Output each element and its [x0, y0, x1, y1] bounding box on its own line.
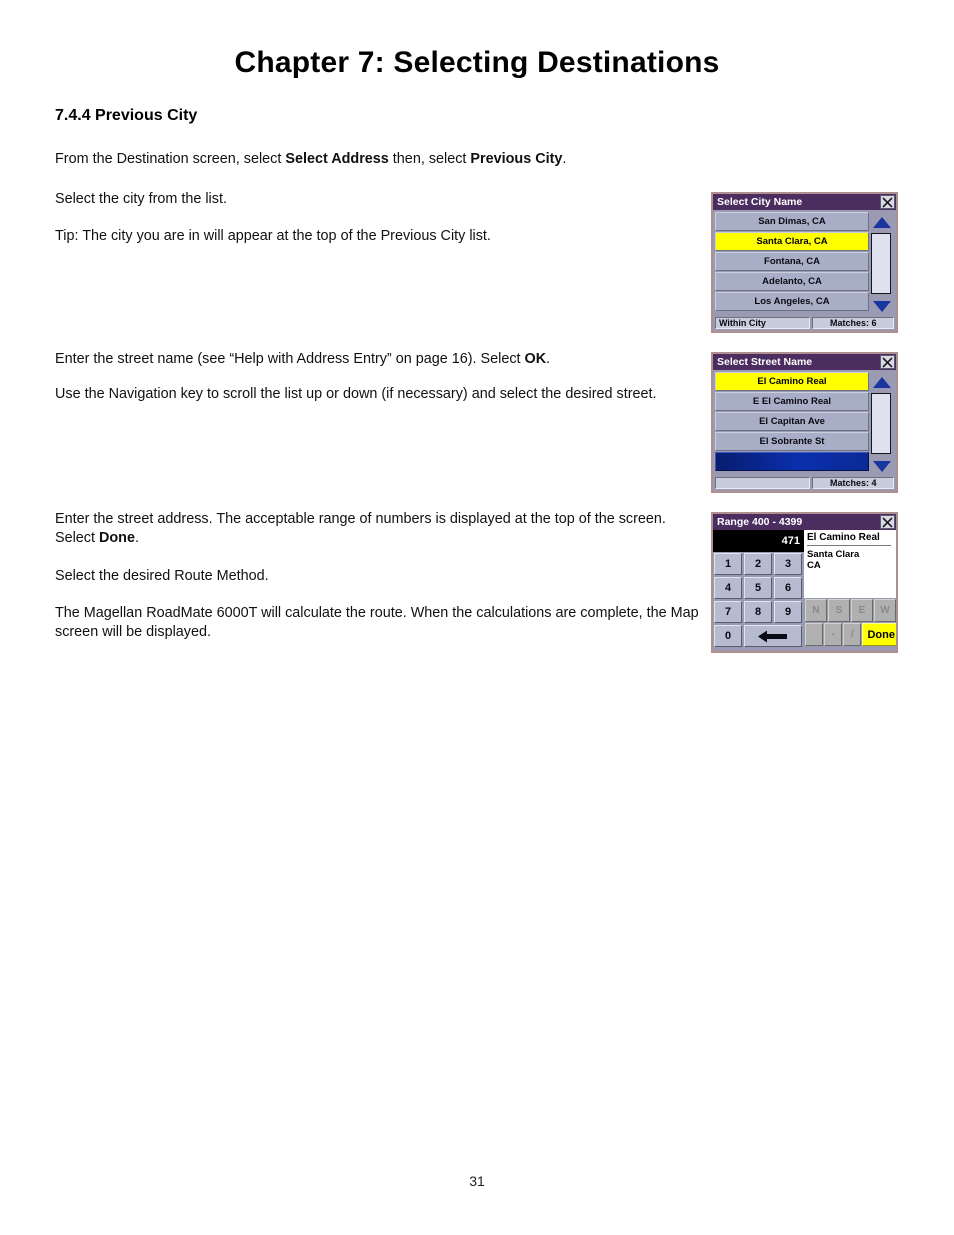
close-icon[interactable]	[880, 195, 895, 209]
key-6[interactable]: 6	[774, 577, 802, 599]
paragraph-tip: Tip: The city you are in will appear at …	[55, 228, 491, 244]
titlebar-range: Range 400 - 4399	[713, 514, 896, 530]
street-scrollbar[interactable]	[869, 372, 894, 476]
list-progress-bar	[715, 452, 869, 471]
street-bold-ok: OK	[524, 351, 547, 367]
close-icon[interactable]	[880, 515, 895, 529]
scroll-up-icon[interactable]	[869, 212, 894, 232]
status-matches-count: Matches: 4	[812, 477, 894, 489]
keypad-body: 471 El Camino Real Santa Clara CA 1 2 3 …	[713, 530, 896, 651]
paragraph-calculate-route: The Magellan RoadMate 6000T will calcula…	[55, 605, 699, 640]
key-5[interactable]: 5	[744, 577, 772, 599]
list-item[interactable]: Adelanto, CA	[715, 272, 869, 291]
intro-bold-previous-city: Previous City	[470, 151, 563, 167]
paragraph-route-method: Select the desired Route Method.	[55, 568, 269, 584]
paragraph-select-city: Select the city from the list.	[55, 191, 227, 207]
page-number: 31	[469, 1173, 485, 1189]
key-hyphen[interactable]: -	[824, 623, 843, 646]
key-7[interactable]: 7	[714, 601, 742, 623]
address-bold-done: Done	[99, 530, 135, 546]
list-item[interactable]: Los Angeles, CA	[715, 292, 869, 311]
paragraph-enter-address: Enter the street address. The acceptable…	[55, 510, 705, 548]
symbol-row: - / Done	[805, 623, 896, 646]
address-number-input[interactable]: 471	[713, 530, 804, 552]
key-9[interactable]: 9	[774, 601, 802, 623]
key-3[interactable]: 3	[774, 553, 802, 575]
status-field-empty	[715, 477, 811, 489]
street-status-bar: Matches: 4	[713, 476, 896, 491]
paragraph-enter-street: Enter the street name (see “Help with Ad…	[55, 350, 715, 369]
key-west[interactable]: W	[874, 599, 896, 622]
intro-text-a: From the Destination screen, select	[55, 151, 286, 167]
info-state: CA	[807, 560, 821, 571]
street-text-c: .	[546, 351, 551, 367]
info-divider	[807, 545, 891, 546]
numeric-keypad: 1 2 3 4 5 6 7 8 9 0	[714, 553, 804, 649]
titlebar-label-street: Select Street Name	[717, 356, 813, 368]
titlebar-label-range: Range 400 - 4399	[717, 516, 803, 528]
key-4[interactable]: 4	[714, 577, 742, 599]
done-button[interactable]: Done	[862, 623, 896, 646]
scroll-down-icon[interactable]	[869, 456, 894, 476]
scroll-up-icon[interactable]	[869, 372, 894, 392]
titlebar-label-city: Select City Name	[717, 196, 803, 208]
city-status-bar: Within City Matches: 6	[713, 316, 896, 331]
key-slash[interactable]: /	[843, 623, 862, 646]
key-south[interactable]: S	[828, 599, 850, 622]
street-list-body: El Camino Real E El Camino Real El Capit…	[713, 370, 896, 476]
city-list-body: San Dimas, CA Santa Clara, CA Fontana, C…	[713, 210, 896, 316]
key-1[interactable]: 1	[714, 553, 742, 575]
list-item[interactable]: El Camino Real	[715, 372, 869, 391]
address-info-panel: El Camino Real Santa Clara CA	[804, 530, 896, 598]
list-item[interactable]: San Dimas, CA	[715, 212, 869, 231]
intro-text-c: then, select	[388, 151, 471, 167]
keypad-row: 7 8 9	[714, 601, 804, 623]
paragraph-navigation-key: Use the Navigation key to scroll the lis…	[55, 386, 657, 402]
close-icon[interactable]	[880, 355, 895, 369]
keypad-row: 1 2 3	[714, 553, 804, 575]
key-north[interactable]: N	[805, 599, 827, 622]
titlebar-select-street: Select Street Name	[713, 354, 896, 370]
street-text-a: Enter the street name (see “Help with Ad…	[55, 351, 525, 367]
key-0[interactable]: 0	[714, 625, 742, 647]
status-within-city: Within City	[715, 317, 811, 329]
backspace-icon[interactable]	[744, 625, 802, 647]
page-title: Chapter 7: Selecting Destinations	[234, 46, 720, 79]
list-item[interactable]: Fontana, CA	[715, 252, 869, 271]
status-matches-count: Matches: 6	[812, 317, 894, 329]
city-list: San Dimas, CA Santa Clara, CA Fontana, C…	[715, 212, 869, 312]
key-blank[interactable]	[805, 623, 824, 646]
direction-row: N S E W	[805, 599, 896, 622]
address-text-a: Enter the street address. The acceptable…	[55, 511, 666, 546]
keypad-row: 4 5 6	[714, 577, 804, 599]
list-item[interactable]: Santa Clara, CA	[715, 232, 869, 251]
section-heading: 7.4.4 Previous City	[55, 107, 198, 124]
scrollbar-track[interactable]	[871, 233, 891, 294]
intro-text-e: .	[562, 151, 567, 167]
street-list: El Camino Real E El Camino Real El Capit…	[715, 372, 869, 472]
key-2[interactable]: 2	[744, 553, 772, 575]
direction-keypad: N S E W - / Done	[805, 599, 896, 647]
info-city: Santa Clara	[807, 549, 860, 560]
device-screenshot-select-city: Select City Name San Dimas, CA Santa Cla…	[711, 192, 898, 333]
titlebar-select-city: Select City Name	[713, 194, 896, 210]
device-screenshot-address-range: Range 400 - 4399 471 El Camino Real Sant…	[711, 512, 898, 653]
info-street-name: El Camino Real	[807, 532, 880, 543]
paragraph-intro: From the Destination screen, select Sele…	[55, 150, 715, 169]
list-item[interactable]: El Capitan Ave	[715, 412, 869, 431]
scroll-down-icon[interactable]	[869, 296, 894, 316]
keypad-row: 0	[714, 625, 804, 647]
address-text-c: .	[134, 530, 139, 546]
key-east[interactable]: E	[851, 599, 873, 622]
key-8[interactable]: 8	[744, 601, 772, 623]
city-scrollbar[interactable]	[869, 212, 894, 316]
list-item[interactable]: E El Camino Real	[715, 392, 869, 411]
list-item[interactable]: El Sobrante St	[715, 432, 869, 451]
device-screenshot-select-street: Select Street Name El Camino Real E El C…	[711, 352, 898, 493]
intro-bold-select-address: Select Address	[285, 151, 389, 167]
scrollbar-track[interactable]	[871, 393, 891, 454]
